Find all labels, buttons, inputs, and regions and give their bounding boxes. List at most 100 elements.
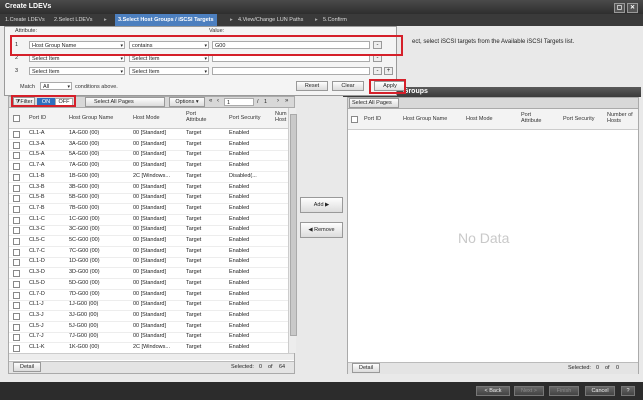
table-row[interactable]: CL7-J 7J-G00 (00) 00 [Standard] Target Enabl… — [9, 332, 288, 344]
table-row[interactable]: CL1-A 1A-G00 (00) 00 [Standard] Target Enabl… — [9, 129, 288, 140]
left-total-count: 64 — [279, 364, 286, 370]
table-row[interactable]: CL3-B 3B-G00 (00) 00 [Standard] Target Enabl… — [9, 183, 288, 194]
cell-port-security: Enabled — [229, 140, 250, 147]
right-col-host-mode[interactable]: Host Mode — [466, 116, 493, 122]
next-button[interactable]: Next > — [514, 386, 544, 396]
table-row[interactable]: CL5-J 5J-G00 (00) 00 [Standard] Target Enabl… — [9, 322, 288, 333]
step-4: 4.View/Change LUN Paths — [238, 17, 304, 23]
right-select-all-pages-button[interactable]: Select All Pages — [349, 98, 399, 108]
select-all-pages-button[interactable]: Select All Pages — [85, 97, 165, 107]
col-num-hosts[interactable]: Num Host — [275, 111, 287, 123]
row-checkbox[interactable] — [13, 270, 20, 278]
options-button[interactable]: Options ▾ — [169, 97, 205, 107]
table-row[interactable]: CL7-B 7B-G00 (00) 00 [Standard] Target Enabl… — [9, 204, 288, 215]
select-all-checkbox[interactable] — [13, 115, 20, 122]
right-detail-button[interactable]: Detail — [352, 363, 380, 373]
table-row[interactable]: CL7-D 7D-G00 (00) 00 [Standard] Target Enabl… — [9, 290, 288, 301]
left-detail-button[interactable]: Detail — [13, 362, 41, 372]
row-checkbox[interactable] — [13, 131, 20, 138]
cancel-button[interactable]: Cancel — [585, 386, 615, 396]
cell-host-group-name: 1D-G00 (00) — [69, 258, 100, 265]
row-checkbox[interactable] — [13, 259, 20, 267]
cell-host-mode: 00 [Standard] — [133, 183, 167, 190]
right-select-all-checkbox[interactable] — [351, 116, 358, 123]
match-select[interactable]: All ▾ — [40, 82, 72, 90]
col-port-attribute[interactable]: Port Attribute — [186, 111, 216, 123]
row-checkbox[interactable] — [13, 238, 20, 245]
row-checkbox[interactable] — [13, 291, 20, 299]
table-row[interactable]: CL3-A 3A-G00 (00) 00 [Standard] Target Enabl… — [9, 140, 288, 151]
row-checkbox[interactable] — [13, 163, 20, 171]
cell-host-group-name: 5C-G00 (00) — [69, 237, 100, 243]
right-col-port-attribute[interactable]: Port Attribute — [521, 112, 551, 124]
available-host-groups-panel: ⧩Filter ON OFF Select All Pages Options … — [8, 96, 297, 374]
maximize-icon[interactable]: ▢ — [614, 3, 625, 13]
clear-button[interactable]: Clear — [332, 81, 364, 91]
left-vertical-scrollbar[interactable] — [288, 108, 297, 353]
row-checkbox[interactable] — [13, 195, 20, 203]
remove-button[interactable]: ◀ Remove — [300, 222, 343, 238]
add-condition-button[interactable]: + — [384, 67, 393, 75]
help-icon[interactable]: ? — [621, 386, 635, 396]
scroll-thumb[interactable] — [290, 114, 297, 336]
first-page-icon[interactable]: « — [209, 98, 212, 104]
cell-port-attribute: Target — [186, 269, 202, 276]
col-host-mode[interactable]: Host Mode — [133, 115, 160, 121]
right-col-port-id[interactable]: Port ID — [364, 116, 381, 122]
row-checkbox[interactable] — [13, 184, 20, 192]
cell-port-security: Enabled — [229, 162, 250, 169]
row-checkbox[interactable] — [13, 227, 20, 235]
col-port-security[interactable]: Port Security — [229, 115, 260, 121]
value-input[interactable] — [212, 67, 370, 75]
left-horizontal-scrollbar[interactable] — [9, 353, 294, 360]
row-checkbox[interactable] — [13, 141, 20, 149]
prev-page-icon[interactable]: ‹ — [217, 98, 219, 104]
col-port-id[interactable]: Port ID — [29, 115, 46, 121]
row-checkbox[interactable] — [13, 312, 20, 320]
step-arrow-icon: ▸ — [315, 17, 318, 23]
remove-condition-button[interactable]: - — [373, 67, 382, 75]
table-row[interactable]: CL5-A 5A-G00 (00) 00 [Standard] Target Enabl… — [9, 150, 288, 162]
row-checkbox[interactable] — [13, 205, 20, 213]
table-row[interactable]: CL1-C 1C-G00 (00) 00 [Standard] Target Enabl… — [9, 215, 288, 226]
table-row[interactable]: CL5-C 5C-G00 (00) 00 [Standard] Target Enabl… — [9, 236, 288, 247]
finish-button[interactable]: Finish — [549, 386, 579, 396]
row-checkbox[interactable] — [13, 302, 20, 310]
table-row[interactable]: CL1-D 1D-G00 (00) 00 [Standard] Target Enabl… — [9, 257, 288, 269]
next-page-icon[interactable]: › — [277, 98, 279, 104]
table-row[interactable]: CL1-J 1J-G00 (00) 00 [Standard] Target Enabl… — [9, 300, 288, 312]
last-page-icon[interactable]: » — [285, 98, 288, 104]
table-row[interactable]: CL7-C 7C-G00 (00) 00 [Standard] Target Enabl… — [9, 247, 288, 258]
row-checkbox[interactable] — [13, 345, 20, 352]
add-button[interactable]: Add ▶ — [300, 197, 343, 213]
operator-select[interactable]: Select Item ▾ — [129, 67, 209, 75]
table-row[interactable]: CL7-A 7A-G00 (00) 00 [Standard] Target Enabl… — [9, 161, 288, 173]
table-row[interactable]: CL1-K 1K-G00 (00) 2C [Windows... Target Enab… — [9, 343, 288, 353]
reset-button[interactable]: Reset — [296, 81, 328, 91]
page-number-input[interactable]: 1 — [224, 98, 254, 106]
row-checkbox[interactable] — [13, 280, 20, 288]
table-row[interactable]: CL5-D 5D-G00 (00) 00 [Standard] Target Enabl… — [9, 279, 288, 290]
row-checkbox[interactable] — [13, 323, 20, 331]
close-icon[interactable]: ✕ — [627, 3, 638, 13]
table-row[interactable]: CL5-B 5B-G00 (00) 00 [Standard] Target Enabl… — [9, 193, 288, 205]
table-row[interactable]: CL3-J 3J-G00 (00) 00 [Standard] Target Enabl… — [9, 311, 288, 322]
right-col-port-security[interactable]: Port Security — [563, 116, 594, 122]
right-col-host-group-name[interactable]: Host Group Name — [403, 116, 447, 122]
table-row[interactable]: CL1-B 1B-G00 (00) 2C [Windows... Target Disa… — [9, 172, 288, 183]
row-checkbox[interactable] — [13, 248, 20, 256]
right-of-label: of — [605, 365, 610, 371]
attribute-select[interactable]: Select Item ▾ — [29, 67, 125, 75]
back-button[interactable]: < Back — [476, 386, 510, 396]
cell-port-attribute: Target — [186, 258, 202, 265]
table-row[interactable]: CL3-D 3D-G00 (00) 00 [Standard] Target Enabl… — [9, 268, 288, 280]
row-checkbox[interactable] — [13, 173, 20, 181]
row-checkbox[interactable] — [13, 152, 20, 160]
step-arrow-icon: ▸ — [230, 17, 233, 23]
col-host-group-name[interactable]: Host Group Name — [69, 115, 113, 121]
row-checkbox[interactable] — [13, 216, 20, 224]
right-col-number-of-hosts[interactable]: Number of Hosts — [607, 112, 635, 124]
table-row[interactable]: CL3-C 3C-G00 (00) 00 [Standard] Target Enabl… — [9, 225, 288, 237]
highlight-filter-toggle — [11, 95, 76, 107]
row-checkbox[interactable] — [13, 334, 20, 342]
